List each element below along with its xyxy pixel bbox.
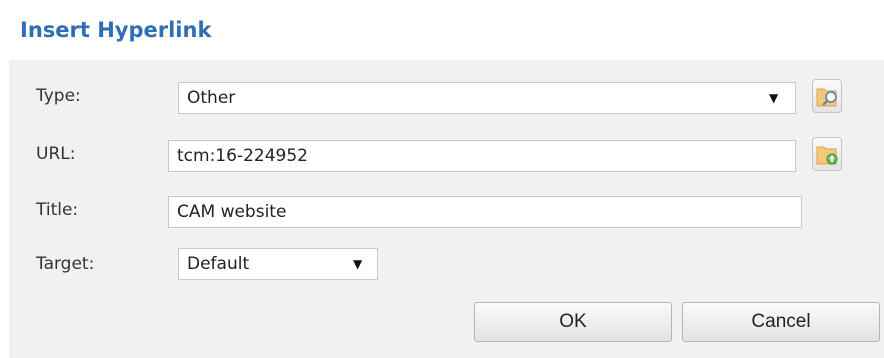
upload-button[interactable]: [812, 137, 842, 171]
dropdown-arrow-icon: ▼: [353, 257, 363, 271]
url-label: URL:: [36, 144, 76, 164]
target-label: Target:: [36, 254, 95, 274]
dialog-header: Insert Hyperlink: [0, 0, 884, 60]
folder-search-icon: [816, 88, 837, 107]
type-select-value: Other: [187, 88, 236, 108]
title-input[interactable]: CAM website: [168, 196, 802, 228]
dialog-title: Insert Hyperlink: [20, 18, 212, 42]
url-input[interactable]: tcm:16-224952: [168, 140, 796, 172]
folder-upload-icon: [816, 146, 838, 165]
type-label: Type:: [36, 86, 81, 106]
target-select-value: Default: [187, 254, 250, 274]
type-select[interactable]: Other ▼: [178, 82, 796, 114]
ok-button[interactable]: OK: [474, 302, 672, 342]
cancel-button[interactable]: Cancel: [682, 302, 880, 342]
target-select[interactable]: Default ▼: [178, 248, 378, 280]
browse-button[interactable]: [812, 79, 842, 113]
title-label: Title:: [36, 200, 79, 220]
dropdown-arrow-icon: ▼: [769, 91, 779, 105]
